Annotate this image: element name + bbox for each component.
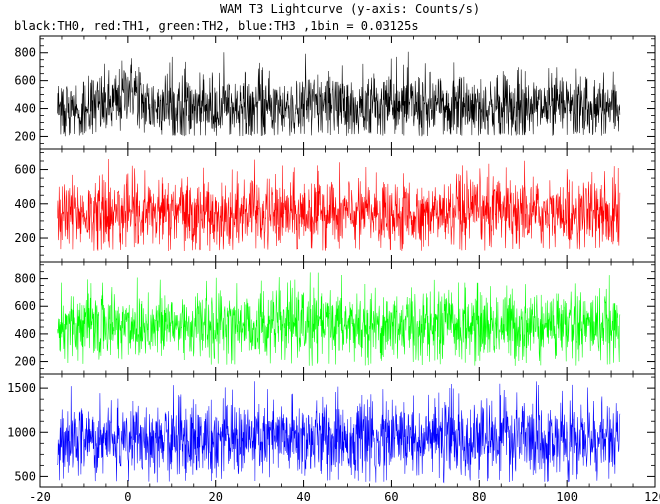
lightcurve-chart: WAM T3 Lightcurve (y-axis: Counts/s) bla…: [0, 0, 660, 504]
y-tick-label: 600: [14, 299, 36, 313]
y-tick-label: 200: [14, 129, 36, 143]
series-line-th1: [57, 158, 621, 252]
series-line-th2: [57, 272, 621, 366]
x-tick-label: 80: [472, 490, 486, 504]
x-tick-label: 40: [296, 490, 310, 504]
panel-th0: 200 400 600 800: [14, 35, 656, 150]
x-tick-label: 20: [208, 490, 222, 504]
x-tick-label: 60: [384, 490, 398, 504]
chart-canvas: WAM T3 Lightcurve (y-axis: Counts/s) bla…: [7, 2, 660, 504]
y-tick-label: 1000: [7, 425, 36, 439]
y-tick-label: 200: [14, 231, 36, 245]
y-tick-label: 500: [14, 469, 36, 483]
y-tick-label: 400: [14, 327, 36, 341]
y-tick-label: 400: [14, 197, 36, 211]
x-tick-label: 100: [556, 490, 578, 504]
x-axis: -20 0 20 40 60 80 100 120: [29, 490, 660, 504]
y-tick-label: 200: [14, 355, 36, 369]
y-tick-label: 800: [14, 272, 36, 286]
y-tick-label: 1500: [7, 381, 36, 395]
series-line-th0: [57, 51, 621, 137]
y-tick-label: 600: [14, 74, 36, 88]
x-tick-label: 120: [644, 490, 660, 504]
panel-th2: 200 400 600 800: [14, 261, 656, 375]
y-tick-label: 800: [14, 46, 36, 60]
x-tick-label: 0: [124, 490, 131, 504]
series-line-th3: [57, 381, 621, 484]
x-tick-label: -20: [29, 490, 51, 504]
chart-title: WAM T3 Lightcurve (y-axis: Counts/s): [220, 2, 480, 16]
panel-th1: 200 400 600: [14, 148, 656, 263]
y-tick-label: 600: [14, 163, 36, 177]
chart-subtitle: black:TH0, red:TH1, green:TH2, blue:TH3 …: [14, 19, 419, 33]
panel-th3: 500 1000 1500: [7, 373, 656, 488]
y-tick-label: 400: [14, 102, 36, 116]
panels-group: 200 400 600 800 200 400 600 200 400 600 800 500 1000…: [7, 35, 656, 488]
